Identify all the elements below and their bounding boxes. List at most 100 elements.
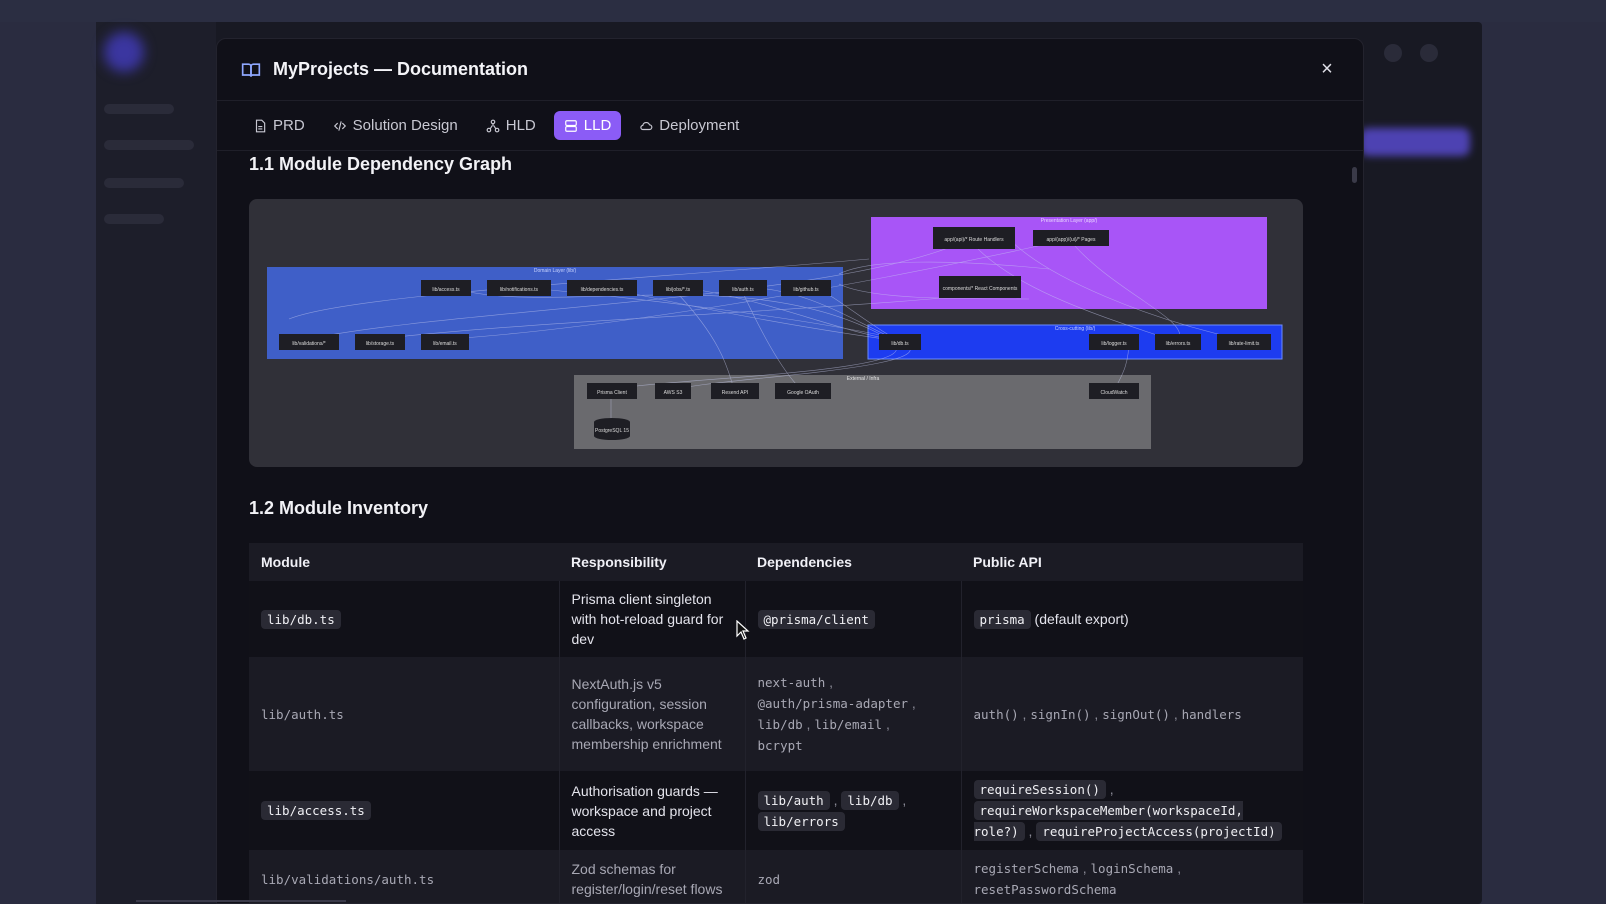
- graph-node-label: components/* React Components: [943, 286, 1018, 292]
- table-header: Responsibility: [559, 543, 745, 581]
- module-cell: lib/access.ts: [249, 771, 559, 850]
- tab-label: LLD: [583, 117, 612, 134]
- graph-node-label: lib/github.ts: [793, 287, 819, 293]
- group-label-presentation: Presentation Layer (app/): [1041, 218, 1098, 224]
- dependencies-cell: next-auth , @auth/prisma-adapter , lib/d…: [744, 657, 961, 771]
- background-nav-line: [104, 140, 194, 150]
- graph-node-label: lib/notifications.ts: [500, 287, 539, 293]
- module-name: lib/db.ts: [261, 609, 341, 629]
- modal-title: MyProjects — Documentation: [273, 59, 529, 79]
- graph-node-label: lib/access.ts: [432, 287, 460, 293]
- close-button[interactable]: ×: [1317, 59, 1337, 79]
- background-nav-line: [104, 214, 164, 224]
- api-item: signIn(): [1030, 706, 1091, 722]
- module-dependency-graph: Presentation Layer (app/) Domain Layer (…: [249, 199, 1303, 467]
- table-header: Public API: [961, 543, 1303, 581]
- graph-node-label: lib/rate-limit.ts: [1229, 341, 1260, 347]
- tab-deployment[interactable]: Deployment: [629, 111, 749, 140]
- public-api-cell: requireSession() , requireWorkspaceMembe…: [960, 771, 1303, 850]
- dependencies-cell: zod: [744, 850, 961, 903]
- module-name: lib/auth.ts: [261, 706, 344, 722]
- tab-label: Deployment: [659, 117, 740, 134]
- dependency: @prisma/client: [757, 609, 875, 629]
- api-item: requireProjectAccess(projectId): [1036, 822, 1282, 841]
- graph-node-label: lib/validations/*: [292, 341, 325, 347]
- dependencies-cell: @prisma/client: [744, 581, 961, 657]
- graph-node-label: lib/logger.ts: [1101, 341, 1127, 347]
- group-label-domain: Domain Layer (lib/): [534, 268, 577, 274]
- group-label-crosscutting: Cross-cutting (lib/): [1055, 326, 1096, 332]
- responsibility-cell: Prisma client singleton with hot-reload …: [558, 581, 745, 657]
- background-icon: [1420, 44, 1438, 62]
- background-button: [1360, 128, 1470, 156]
- graph-node-label: AWS S3: [664, 390, 683, 396]
- public-api-cell: registerSchema , loginSchema , resetPass…: [960, 850, 1303, 903]
- graph-node-label: CloudWatch: [1100, 390, 1127, 396]
- database-icon: [564, 119, 577, 132]
- module-cell: lib/auth.ts: [249, 657, 559, 771]
- background-icon: [1384, 44, 1402, 62]
- background-logo: [104, 32, 144, 72]
- graph-node-label: app/(app)/(ui)/* Pages: [1047, 237, 1096, 243]
- hierarchy-icon: [486, 119, 500, 132]
- api-item: resetPasswordSchema: [973, 882, 1117, 897]
- tab-hld[interactable]: HLD: [476, 111, 546, 140]
- tab-lld[interactable]: LLD: [553, 111, 622, 140]
- dependency: bcrypt: [757, 738, 803, 753]
- dependency: lib/db: [757, 717, 803, 732]
- book-icon: [241, 62, 261, 77]
- api-note: (default export): [1034, 610, 1129, 627]
- table-row: lib/auth.ts NextAuth.js v5 configuration…: [249, 657, 1303, 771]
- group-label-external: External / Infra: [847, 376, 880, 382]
- background-nav-line: [104, 104, 174, 114]
- background-scroll-indicator: [136, 900, 346, 902]
- table-header: Dependencies: [745, 543, 961, 581]
- doc-content: 1.1 Module Dependency Graph Presentation…: [217, 152, 1363, 903]
- api-item: requireSession(): [973, 780, 1106, 799]
- dependency: lib/errors: [757, 811, 845, 831]
- table-row: lib/validations/auth.ts Zod schemas for …: [249, 850, 1303, 903]
- dependency: zod: [757, 871, 781, 887]
- graph-node-label: lib/email.ts: [433, 341, 457, 347]
- file-icon: [255, 119, 266, 132]
- graph-node-label: lib/storage.ts: [366, 341, 395, 347]
- background-sidebar: [96, 22, 216, 904]
- graph-node-label: app/(api)/* Route Handlers: [944, 237, 1004, 243]
- background-right-edge: [1482, 22, 1606, 904]
- graph-node-label: PostgreSQL 15: [595, 428, 629, 434]
- dependency: @auth/prisma-adapter: [757, 696, 909, 711]
- module-name: lib/validations/auth.ts: [261, 871, 435, 887]
- api-item: auth(): [973, 706, 1019, 722]
- section-heading-graph: 1.1 Module Dependency Graph: [249, 154, 513, 174]
- responsibility-cell: Authorisation guards — workspace and pro…: [558, 771, 745, 850]
- module-inventory-table: Module Responsibility Dependencies Publi…: [249, 543, 1303, 903]
- responsibility-cell: Zod schemas for register/login/reset flo…: [558, 850, 745, 903]
- doc-tabs: PRD Solution Design HLD LLD Deployment: [217, 101, 1363, 151]
- dependency: lib/email: [814, 717, 883, 732]
- tab-prd[interactable]: PRD: [243, 111, 315, 140]
- dependency: next-auth: [757, 675, 826, 690]
- graph-node-label: lib/dependencies.ts: [581, 287, 624, 293]
- graph-node-label: Prisma Client: [597, 390, 627, 396]
- api-item: prisma: [973, 609, 1031, 629]
- tab-label: HLD: [505, 117, 536, 134]
- mouse-cursor-icon: [736, 620, 750, 640]
- api-item: loginSchema: [1090, 861, 1174, 876]
- graph-node-label: lib/db.ts: [891, 341, 909, 347]
- dependency: lib/auth: [757, 790, 830, 810]
- api-item: registerSchema: [973, 861, 1079, 876]
- background-top-strip: [0, 0, 1606, 22]
- graph-node-label: Google OAuth: [787, 390, 819, 396]
- dependencies-cell: lib/auth , lib/db , lib/errors: [744, 771, 961, 850]
- api-item: handlers: [1181, 706, 1242, 722]
- graph-node-label: lib/jobs/*.ts: [666, 287, 691, 293]
- code-icon: [333, 120, 346, 131]
- table-header-row: Module Responsibility Dependencies Publi…: [249, 543, 1303, 581]
- tab-solution-design[interactable]: Solution Design: [323, 111, 468, 140]
- documentation-modal: MyProjects — Documentation × PRD Solutio…: [216, 38, 1364, 904]
- graph-node-label: Resend API: [722, 390, 748, 396]
- public-api-cell: auth() , signIn() , signOut() , handlers: [960, 657, 1303, 771]
- background-nav-line: [104, 178, 184, 188]
- cloud-icon: [640, 121, 653, 130]
- table-row: lib/access.ts Authorisation guards — wor…: [249, 771, 1303, 850]
